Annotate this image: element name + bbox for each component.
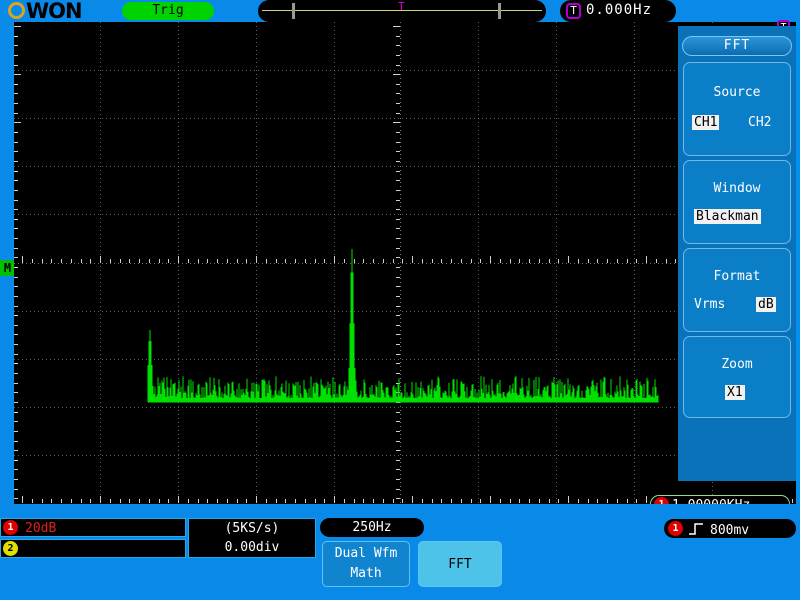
horizontal-position-value: 0.00div — [224, 540, 280, 555]
option-zoom-x1[interactable]: X1 — [725, 385, 745, 400]
sample-rate-value: (5KS/s) — [224, 521, 280, 536]
header-bar: WON Trig T T 0.000Hz — [0, 0, 800, 23]
ch2-status-panel[interactable]: 2 — [0, 539, 186, 558]
ch1-badge: 1 — [3, 520, 18, 535]
side-menu-panel: FFT Source CH1 CH2 Window Blackman Forma… — [678, 26, 796, 481]
ch1-scale-value: 20dB — [25, 521, 57, 536]
menu-item-format[interactable]: Format Vrms dB — [683, 248, 791, 332]
menu-item-source[interactable]: Source CH1 CH2 — [683, 62, 791, 156]
option-blackman[interactable]: Blackman — [694, 209, 761, 224]
menu-title: FFT — [682, 36, 792, 56]
menu-item-format-label: Format — [713, 269, 761, 284]
timebase-panel[interactable]: (5KS/s) 0.00div — [188, 518, 316, 558]
header-right-filler — [676, 0, 800, 22]
trigger-status-badge: Trig — [122, 2, 214, 20]
menu-item-window-label: Window — [713, 181, 761, 196]
option-db[interactable]: dB — [756, 297, 776, 312]
math-channel-marker[interactable]: M — [0, 260, 15, 276]
option-ch1[interactable]: CH1 — [692, 115, 720, 130]
frequency-value: 0.000Hz — [586, 2, 653, 18]
menu-item-source-label: Source — [713, 85, 761, 100]
ch2-badge: 2 — [3, 541, 18, 556]
trigger-level-value: 800mv — [710, 523, 750, 538]
owon-o-ring-icon — [8, 2, 25, 19]
trigger-pos-marker-icon: T — [398, 0, 405, 13]
frequency-readout: T 0.000Hz — [560, 0, 676, 22]
oscilloscope-screen: WON Trig T T 0.000Hz M FFT Source CH1 CH… — [0, 0, 800, 600]
trigger-status-panel[interactable]: 1 800mv — [664, 519, 796, 538]
ch1-status-panel[interactable]: 1 20dB — [0, 518, 186, 537]
rising-edge-icon — [689, 523, 703, 535]
logo-text: WON — [26, 0, 83, 23]
trigger-position-bar[interactable]: T — [258, 0, 546, 22]
owon-logo: WON — [4, 0, 126, 23]
option-vrms[interactable]: Vrms — [692, 297, 727, 312]
softkey-fft[interactable]: FFT — [418, 541, 502, 587]
softkey-dual-wfm-math-line1: Dual Wfm — [334, 546, 398, 561]
softkey-fft-label: FFT — [448, 557, 472, 572]
window-left-bracket[interactable] — [292, 3, 295, 19]
menu-item-zoom-label: Zoom — [721, 357, 753, 372]
option-ch2[interactable]: CH2 — [746, 115, 773, 130]
menu-item-window[interactable]: Window Blackman — [683, 160, 791, 244]
window-right-bracket[interactable] — [498, 3, 501, 19]
menu-item-zoom[interactable]: Zoom X1 — [683, 336, 791, 418]
freq-per-div-readout: 250Hz — [320, 518, 424, 537]
softkey-dual-wfm-math[interactable]: Dual Wfm Math — [322, 541, 410, 587]
trigger-source-badge: 1 — [668, 521, 683, 536]
softkey-dual-wfm-math-line2: Math — [350, 566, 382, 581]
trigger-source-icon: T — [566, 3, 581, 19]
